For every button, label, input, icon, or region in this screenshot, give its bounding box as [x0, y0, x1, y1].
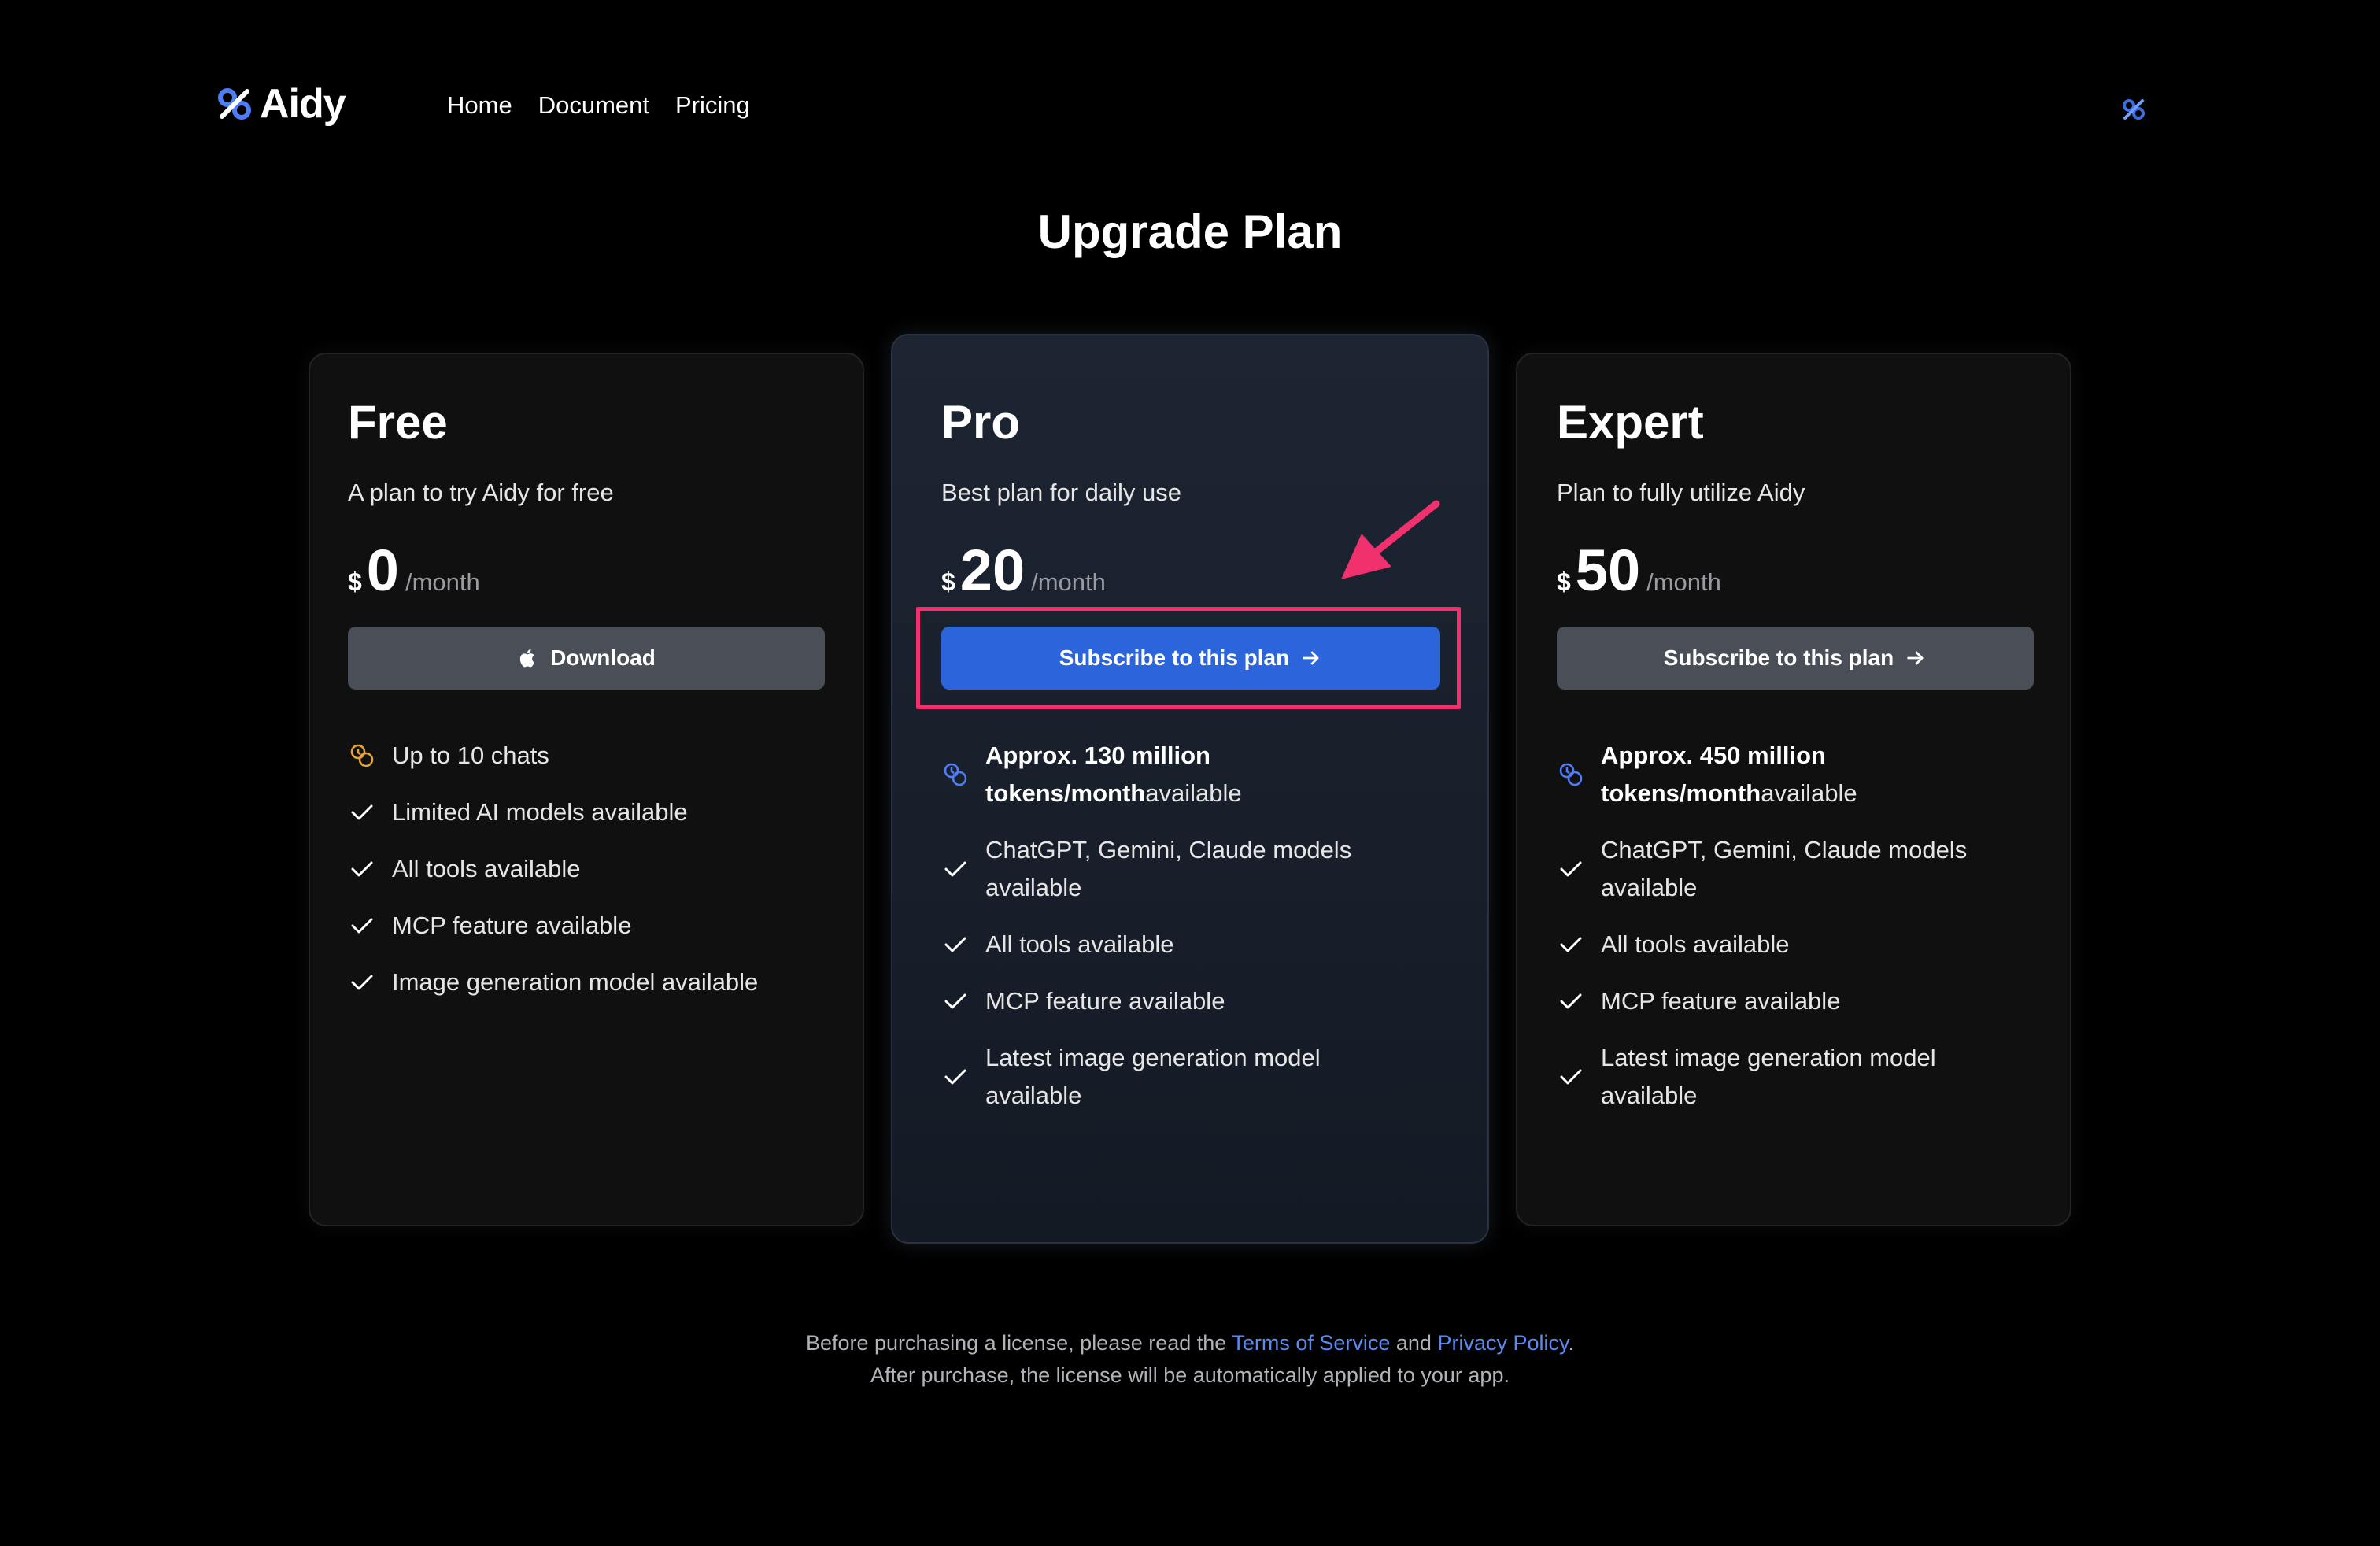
plan-card-expert: Expert Plan to fully utilize Aidy $ 50 /…: [1516, 353, 2071, 1226]
plan-name: Free: [348, 396, 448, 449]
page-title: Upgrade Plan: [1037, 205, 1343, 258]
feature-item: ChatGPT, Gemini, Claude models available: [1557, 831, 2045, 907]
nav-home[interactable]: Home: [447, 91, 512, 120]
price-period: /month: [1646, 568, 1721, 596]
price-currency: $: [348, 568, 362, 596]
check-icon: [944, 861, 966, 877]
feature-item: Approx. 130 million tokens/monthavailabl…: [941, 737, 1445, 812]
nav-pricing[interactable]: Pricing: [675, 91, 750, 120]
logo[interactable]: Aidy: [217, 80, 346, 128]
footer-note: Before purchasing a license, please read…: [0, 1327, 2380, 1392]
price-amount: 0: [366, 538, 399, 603]
plan-name: Expert: [1557, 396, 1704, 449]
aidy-mark-icon[interactable]: [2122, 98, 2145, 121]
coins-icon: [350, 744, 374, 767]
subscribe-label: Subscribe to this plan: [1663, 645, 1894, 670]
feature-item: Latest image generation model available: [941, 1039, 1445, 1115]
plan-price: $ 20 /month: [941, 542, 1106, 600]
check-icon: [1560, 1069, 1582, 1085]
feature-item: Up to 10 chats: [348, 737, 836, 775]
subscribe-expert-button[interactable]: Subscribe to this plan: [1557, 627, 2034, 690]
arrow-right-icon: [1907, 651, 1924, 665]
price-period: /month: [405, 568, 480, 596]
header: Aidy Home Document Pricing: [0, 0, 2380, 220]
check-icon: [351, 918, 373, 934]
feature-item: All tools available: [941, 926, 1445, 963]
plan-description: Plan to fully utilize Aidy: [1557, 479, 1805, 506]
main-nav: Home Document Pricing: [447, 91, 750, 120]
feature-item: MCP feature available: [1557, 982, 2045, 1020]
feature-item: All tools available: [348, 850, 836, 888]
footer-line-1: Before purchasing a license, please read…: [805, 1331, 1575, 1355]
check-icon: [944, 1069, 966, 1085]
plan-card-pro: Pro Best plan for daily use $ 20 /month …: [891, 334, 1489, 1244]
feature-item: Limited AI models available: [348, 793, 836, 831]
brand-name: Aidy: [260, 81, 346, 127]
plan-description: A plan to try Aidy for free: [348, 479, 614, 506]
feature-list: Up to 10 chats Limited AI models availab…: [348, 737, 836, 1020]
coins-icon: [944, 763, 967, 786]
feature-item: All tools available: [1557, 926, 2045, 963]
price-amount: 50: [1575, 538, 1641, 603]
feature-item: Latest image generation model available: [1557, 1039, 2045, 1115]
check-icon: [351, 861, 373, 877]
feature-item: MCP feature available: [941, 982, 1445, 1020]
aidy-logo-icon: [218, 88, 251, 120]
plan-price: $ 0 /month: [348, 542, 480, 600]
price-currency: $: [941, 568, 955, 596]
pricing-page: Aidy Home Document Pricing Upgrade Plan …: [0, 0, 2380, 1546]
feature-item: Image generation model available: [348, 963, 836, 1001]
plan-name: Pro: [941, 396, 1021, 449]
download-label: Download: [550, 645, 656, 670]
feature-item: Approx. 450 million tokens/monthavailabl…: [1557, 737, 2045, 812]
check-icon: [1560, 861, 1582, 877]
coins-icon: [1559, 763, 1583, 786]
apple-icon: [519, 649, 535, 668]
price-period: /month: [1031, 568, 1106, 596]
price-amount: 20: [959, 538, 1026, 603]
check-icon: [944, 993, 966, 1009]
privacy-link[interactable]: Privacy Policy: [1437, 1331, 1568, 1355]
check-icon: [1560, 937, 1582, 952]
annotation-arrow-icon: [1341, 500, 1440, 579]
download-button[interactable]: Download: [348, 627, 825, 690]
check-icon: [944, 937, 966, 952]
plan-price: $ 50 /month: [1557, 542, 1721, 600]
highlight-box: [916, 607, 1461, 709]
plan-description: Best plan for daily use: [941, 479, 1182, 506]
footer-line-2: After purchase, the license will be auto…: [870, 1363, 1510, 1387]
check-icon: [1560, 993, 1582, 1009]
nav-document[interactable]: Document: [538, 91, 649, 120]
feature-list: Approx. 130 million tokens/monthavailabl…: [941, 737, 1445, 1134]
price-currency: $: [1557, 568, 1571, 596]
check-icon: [351, 804, 373, 820]
feature-item: MCP feature available: [348, 907, 836, 945]
terms-link[interactable]: Terms of Service: [1232, 1331, 1390, 1355]
check-icon: [351, 975, 373, 990]
feature-list: Approx. 450 million tokens/monthavailabl…: [1557, 737, 2045, 1134]
plan-card-free: Free A plan to try Aidy for free $ 0 /mo…: [309, 353, 864, 1226]
feature-item: ChatGPT, Gemini, Claude models available: [941, 831, 1445, 907]
